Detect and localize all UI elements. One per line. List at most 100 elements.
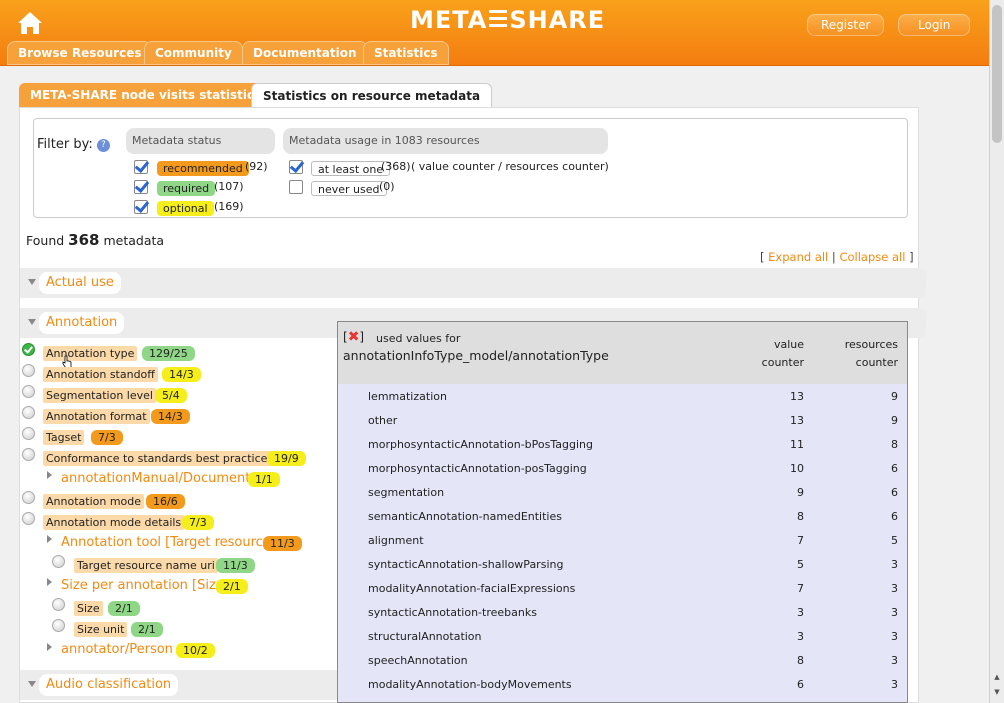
table-row: alignment 7 5 — [368, 531, 908, 551]
item-annotation-mode[interactable]: Annotation mode — [43, 494, 145, 509]
at-least-one-checkbox[interactable] — [289, 160, 303, 174]
home-icon[interactable] — [17, 10, 43, 36]
section-title-actual-use[interactable]: Actual use — [39, 272, 121, 294]
site-logo[interactable]: META SHARE — [410, 6, 605, 34]
collapse-triangle-icon[interactable] — [28, 681, 36, 687]
radio-icon[interactable] — [52, 555, 65, 568]
metadata-usage-header: Metadata usage in 1083 resources — [283, 128, 608, 154]
value-label: lemmatization — [368, 390, 447, 403]
selected-check-icon[interactable] — [22, 343, 35, 356]
nav-browse-resources[interactable]: Browse Resources — [7, 41, 153, 65]
collapse-triangle-icon[interactable] — [28, 279, 36, 285]
resources-counter: 3 — [891, 582, 898, 595]
optional-count: (169) — [214, 200, 244, 213]
recommended-checkbox[interactable] — [134, 160, 148, 174]
table-row: structuralAnnotation 3 3 — [368, 627, 908, 647]
scroll-down-icon[interactable]: ▼ — [993, 688, 1001, 696]
resources-counter: 5 — [891, 534, 898, 547]
vertical-scrollbar[interactable]: ▲ ▼ — [989, 0, 1004, 703]
tab-node-visits[interactable]: META-SHARE node visits statistics — [19, 83, 273, 108]
table-row: segmentation 9 6 — [368, 483, 908, 503]
item-target-resource-name-uri[interactable]: Target resource name uri — [74, 558, 218, 573]
nav-documentation[interactable]: Documentation — [242, 41, 368, 65]
resources-counter: 9 — [891, 390, 898, 403]
required-checkbox[interactable] — [134, 180, 148, 194]
value-counter-header: value counter — [761, 338, 804, 369]
metadata-status-header: Metadata status — [126, 128, 275, 154]
section-title-audio-classification[interactable]: Audio classification — [39, 674, 179, 696]
item-badge: 11/3 — [263, 536, 302, 551]
item-annotation-format[interactable]: Annotation format — [43, 409, 150, 424]
item-badge: 14/3 — [151, 409, 190, 424]
optional-checkbox[interactable] — [134, 200, 148, 214]
popup-title: used values for — [376, 332, 461, 345]
resources-counter: 8 — [891, 438, 898, 451]
item-size[interactable]: Size — [74, 601, 103, 616]
value-label: semanticAnnotation-namedEntities — [368, 510, 562, 523]
item-annotation-type[interactable]: Annotation type — [43, 346, 138, 361]
expand-triangle-icon[interactable] — [47, 535, 52, 543]
table-row: syntacticAnnotation-shallowParsing 5 3 — [368, 555, 908, 575]
item-badge: 2/1 — [108, 601, 140, 616]
radio-icon[interactable] — [22, 364, 35, 377]
expand-triangle-icon[interactable] — [47, 471, 52, 479]
radio-icon[interactable] — [52, 619, 65, 632]
help-icon[interactable]: ? — [96, 139, 110, 152]
expand-all-link[interactable]: Expand all — [768, 250, 828, 264]
radio-icon[interactable] — [22, 512, 35, 525]
never-used-checkbox[interactable] — [289, 180, 303, 194]
item-annotation-mode-details[interactable]: Annotation mode details — [43, 515, 185, 530]
tab-resource-metadata[interactable]: Statistics on resource metadata — [251, 83, 493, 108]
collapse-triangle-icon[interactable] — [28, 319, 36, 325]
close-icon[interactable]: ✖ — [348, 329, 360, 345]
expand-triangle-icon[interactable] — [47, 643, 52, 651]
register-button[interactable]: Register — [807, 14, 885, 36]
item-tagset[interactable]: Tagset — [43, 430, 85, 445]
value-label: alignment — [368, 534, 424, 547]
radio-icon[interactable] — [22, 448, 35, 461]
item-size-per-annotation[interactable]: Size per annotation [Size] — [58, 578, 232, 594]
value-counter: 11 — [790, 438, 804, 451]
item-segmentation-level[interactable]: Segmentation level — [43, 388, 156, 403]
expand-triangle-icon[interactable] — [47, 578, 52, 586]
never-used-count: (0) — [379, 180, 395, 193]
item-size-unit[interactable]: Size unit — [74, 622, 128, 637]
item-annotation-manual[interactable]: annotationManual/Document — [58, 471, 254, 487]
item-annotation-tool[interactable]: Annotation tool [Target resource] — [58, 535, 279, 551]
recommended-label: recommended — [157, 161, 249, 176]
radio-icon[interactable] — [22, 406, 35, 419]
resources-counter: 3 — [891, 558, 898, 571]
radio-icon[interactable] — [22, 385, 35, 398]
table-row: semanticAnnotation-namedEntities 8 6 — [368, 507, 908, 527]
item-badge: 10/2 — [176, 643, 215, 658]
item-annotator-person[interactable]: annotator/Person — [58, 642, 176, 658]
expand-collapse-links: [ Expand all | Collapse all ] — [760, 250, 914, 264]
item-conformance[interactable]: Conformance to standards best practices — [43, 451, 277, 466]
counter-note: ( value counter / resources counter) — [411, 160, 609, 173]
resources-counter: 6 — [891, 510, 898, 523]
scrollbar-thumb[interactable] — [992, 5, 1002, 143]
collapse-all-link[interactable]: Collapse all — [839, 250, 905, 264]
table-row: other 13 9 — [368, 411, 908, 431]
value-counter: 5 — [797, 558, 804, 571]
value-counter: 13 — [790, 390, 804, 403]
section-title-annotation[interactable]: Annotation — [39, 312, 125, 334]
item-badge: 1/1 — [248, 472, 280, 487]
item-annotation-standoff[interactable]: Annotation standoff — [43, 367, 158, 382]
item-badge: 5/4 — [155, 388, 187, 403]
value-counter: 3 — [797, 606, 804, 619]
scroll-up-icon[interactable]: ▲ — [993, 673, 1001, 681]
value-label: morphosyntacticAnnotation-bPosTagging — [368, 438, 593, 451]
login-button[interactable]: Login — [898, 14, 971, 36]
radio-icon[interactable] — [22, 427, 35, 440]
table-row: lemmatization 13 9 — [368, 387, 908, 407]
value-label: modalityAnnotation-facialExpressions — [368, 582, 576, 595]
item-badge: 2/1 — [216, 579, 248, 594]
popup-close-button[interactable]: [✖] — [343, 329, 364, 345]
value-label: segmentation — [368, 486, 445, 499]
nav-statistics[interactable]: Statistics — [363, 41, 449, 65]
radio-icon[interactable] — [22, 491, 35, 504]
radio-icon[interactable] — [52, 598, 65, 611]
nav-community[interactable]: Community — [144, 41, 243, 65]
popup-field-path: annotationInfoType_model/annotationType — [343, 348, 609, 363]
